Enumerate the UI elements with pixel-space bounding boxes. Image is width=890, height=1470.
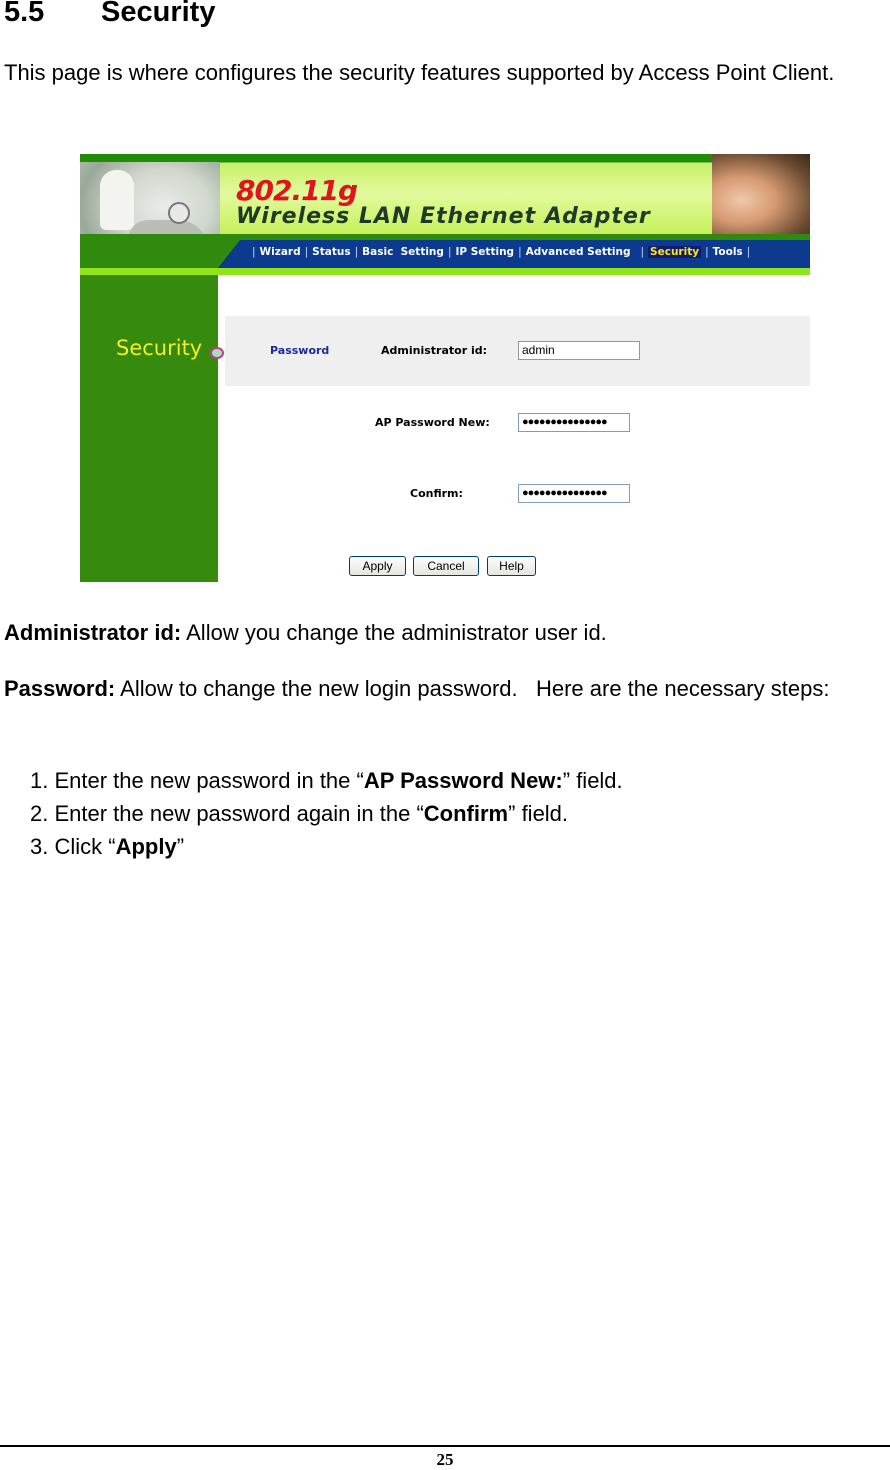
nav-separator: |: [447, 246, 452, 258]
apply-button[interactable]: Apply: [349, 556, 406, 576]
nav-separator: |: [354, 246, 359, 258]
confirm-password-input[interactable]: ●●●●●●●●●●●●●●●: [518, 484, 630, 503]
bullet-icon: [210, 347, 224, 359]
step-text: ” field.: [562, 768, 623, 793]
admin-id-term: Administrator id:: [4, 620, 182, 645]
section-heading: 5.5 Security: [4, 0, 215, 29]
step-emphasis: AP Password New:: [363, 768, 563, 793]
nav-wizard[interactable]: Wizard: [260, 246, 301, 258]
intro-paragraph: This page is where configures the securi…: [4, 60, 835, 85]
divider-bar: [80, 268, 810, 275]
nav-separator: |: [746, 246, 751, 258]
password-description: Password: Allow to change the new login …: [4, 672, 886, 706]
footer-divider: [0, 1445, 890, 1447]
new-password-label: AP Password New:: [375, 416, 490, 429]
step-text: 2. Enter the new password again in the “: [30, 801, 424, 826]
headphone-icon: [168, 202, 190, 224]
security-page-screenshot: 802.11g Wireless LAN Ethernet Adapter | …: [80, 154, 810, 582]
step-text: 1. Enter the new password in the “: [30, 768, 364, 793]
password-text: Allow to change the new login password. …: [115, 676, 830, 701]
nav-separator: |: [304, 246, 309, 258]
admin-id-text: Allow you change the administrator user …: [181, 620, 607, 645]
brand-logo: 802.11g: [236, 174, 358, 207]
password-term: Password:: [4, 676, 116, 701]
nav-separator: |: [518, 246, 522, 258]
confirm-label: Confirm:: [410, 487, 463, 500]
step-text: 3. Click “: [30, 834, 116, 859]
person-image: [100, 170, 134, 230]
page-number: 25: [436, 1450, 454, 1469]
nav-menu: | Wizard | Status | Basic Setting | IP S…: [248, 246, 754, 258]
admin-id-description: Administrator id: Allow you change the a…: [4, 616, 607, 650]
nav-status[interactable]: Status: [312, 246, 350, 258]
nav-tools[interactable]: Tools: [713, 246, 743, 258]
nav-advanced-setting[interactable]: Advanced Setting: [526, 246, 631, 258]
step-item: 2. Enter the new password again in the “…: [30, 797, 623, 830]
step-emphasis: Confirm: [423, 801, 509, 826]
step-item: 1. Enter the new password in the “AP Pas…: [30, 764, 623, 797]
steps-list: 1. Enter the new password in the “AP Pas…: [30, 764, 623, 863]
step-text: ” field.: [508, 801, 569, 826]
admin-id-label: Administrator id:: [381, 344, 487, 357]
nav-separator: |: [640, 246, 645, 258]
step-text: ”: [176, 834, 185, 859]
banner-photo-right: [712, 154, 810, 246]
admin-id-input[interactable]: admin: [518, 341, 640, 360]
new-password-input[interactable]: ●●●●●●●●●●●●●●●: [518, 413, 630, 432]
password-section-label: Password: [270, 344, 330, 357]
sidebar: [80, 275, 218, 582]
product-title: Wireless LAN Ethernet Adapter: [236, 204, 651, 229]
help-button[interactable]: Help: [487, 556, 536, 576]
step-item: 3. Click “Apply”: [30, 830, 623, 863]
sidebar-title: Security: [116, 336, 203, 360]
cancel-button[interactable]: Cancel: [413, 556, 479, 576]
nav-separator: |: [705, 246, 709, 258]
section-number: 5.5: [4, 0, 45, 28]
nav-ip-setting[interactable]: IP Setting: [455, 246, 514, 258]
nav-separator: |: [252, 246, 256, 258]
section-title: Security: [101, 0, 216, 28]
nav-security[interactable]: Security: [648, 246, 702, 258]
nav-basic-setting[interactable]: Basic Setting: [362, 246, 444, 258]
step-emphasis: Apply: [115, 834, 177, 859]
